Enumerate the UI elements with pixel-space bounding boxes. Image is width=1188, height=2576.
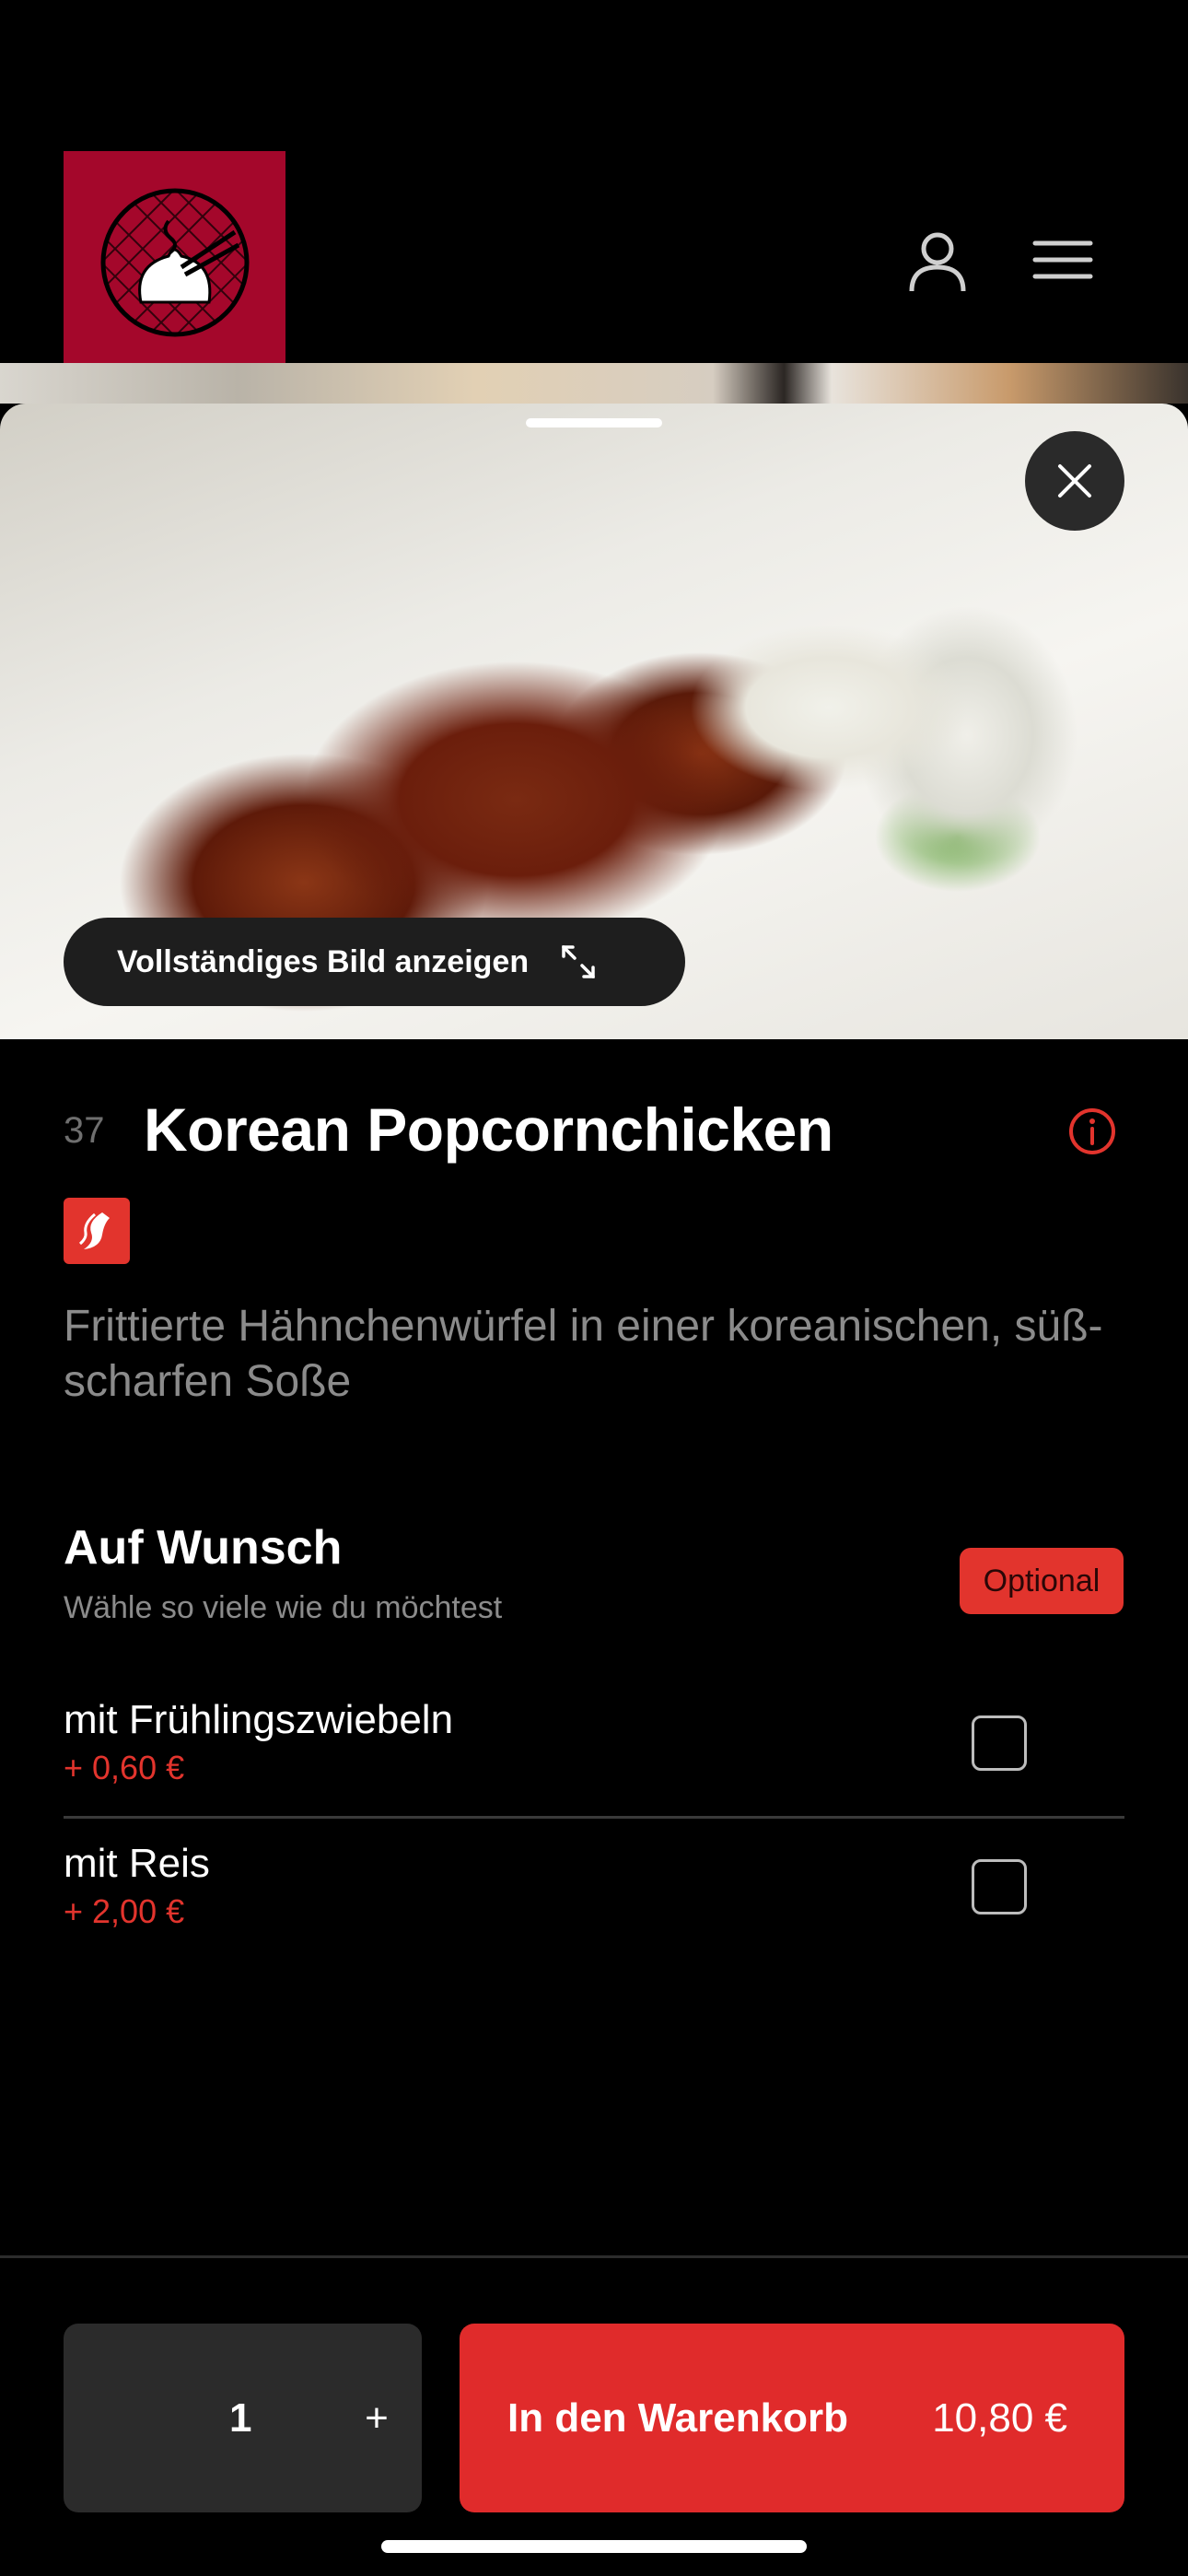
close-button[interactable] xyxy=(1025,431,1124,531)
expand-icon xyxy=(562,945,595,978)
cart-total-price: 10,80 € xyxy=(932,2395,1067,2441)
options-section-subtitle: Wähle so viele wie du möchtest xyxy=(64,1590,503,1625)
hamburger-menu-icon[interactable] xyxy=(1030,227,1096,293)
product-title: Korean Popcornchicken xyxy=(144,1095,833,1164)
option-checkbox[interactable] xyxy=(972,1859,1027,1914)
show-full-image-label: Vollständiges Bild anzeigen xyxy=(117,943,530,979)
product-description: Frittierte Hähnchenwürfel in einer korea… xyxy=(64,1302,1103,1406)
dumpling-logo-icon xyxy=(100,188,249,336)
optional-badge: Optional xyxy=(960,1548,1124,1614)
option-item[interactable]: mit Frühlingszwiebeln + 0,60 € xyxy=(64,1697,1124,1787)
bottom-bar-divider xyxy=(0,2255,1188,2258)
show-full-image-button[interactable]: Vollständiges Bild anzeigen xyxy=(64,918,685,1006)
quantity-stepper: 1 + xyxy=(64,2324,422,2512)
product-sheet: Vollständiges Bild anzeigen xyxy=(0,404,1188,2576)
quantity-value: 1 xyxy=(229,2395,252,2441)
home-indicator[interactable] xyxy=(381,2540,807,2553)
add-to-cart-label: In den Warenkorb xyxy=(507,2395,848,2441)
options-section-title: Auf Wunsch xyxy=(64,1521,343,1575)
option-name: mit Frühlingszwiebeln xyxy=(64,1697,454,1742)
option-price: + 0,60 € xyxy=(64,1749,185,1786)
option-item[interactable]: mit Reis + 2,00 € xyxy=(64,1841,1124,1931)
quantity-increase-button[interactable]: + xyxy=(340,2324,413,2512)
option-checkbox[interactable] xyxy=(972,1715,1027,1771)
info-icon[interactable] xyxy=(1067,1107,1117,1156)
close-icon xyxy=(1058,464,1091,498)
chili-icon xyxy=(78,1212,110,1249)
background-photo-strip xyxy=(0,363,1188,404)
add-to-cart-button[interactable]: In den Warenkorb 10,80 € xyxy=(460,2324,1124,2512)
user-icon[interactable] xyxy=(904,227,971,293)
sheet-drag-handle[interactable] xyxy=(526,418,662,427)
app-header xyxy=(0,0,1188,373)
spicy-badge xyxy=(64,1198,130,1264)
product-number: 37 xyxy=(64,1110,105,1151)
restaurant-logo[interactable] xyxy=(64,151,285,373)
option-name: mit Reis xyxy=(64,1841,210,1886)
option-divider xyxy=(64,1816,1124,1819)
option-price: + 2,00 € xyxy=(64,1892,185,1930)
